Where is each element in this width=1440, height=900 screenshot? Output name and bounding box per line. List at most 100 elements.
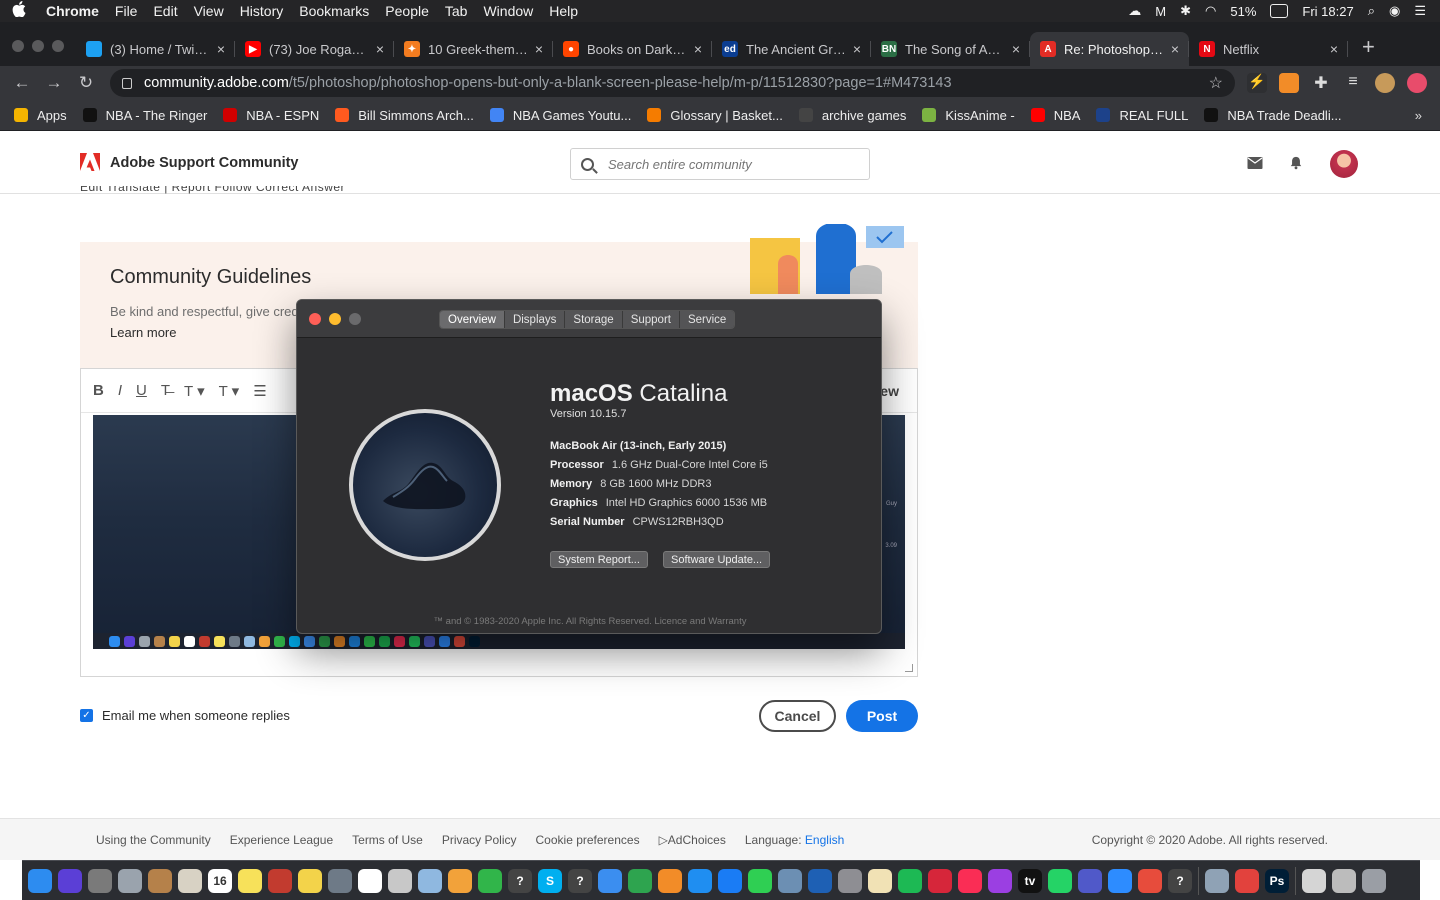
siri-status-icon[interactable]: ◉ [1389,3,1400,19]
bookmark-item[interactable]: REAL FULL [1096,108,1188,123]
about-tab-support[interactable]: Support [622,311,680,328]
dock-system-preferences-icon[interactable] [838,868,862,893]
chrome-update-icon[interactable] [1407,73,1427,93]
menu-file[interactable]: File [107,3,146,19]
creative-cloud-status-icon[interactable]: ☁ [1128,3,1141,19]
footer-link-experience-league[interactable]: Experience League [230,833,333,847]
dock-chrome-icon[interactable] [1138,868,1162,893]
spotlight-search-icon[interactable]: ⌕ [1368,3,1375,19]
user-avatar[interactable] [1330,150,1358,178]
dock-music-icon[interactable] [958,868,982,893]
dock-podcasts-icon[interactable] [988,868,1012,893]
tab-close-icon[interactable]: × [535,41,543,57]
bookmark-item[interactable]: NBA Trade Deadli... [1204,108,1342,123]
about-tab-displays[interactable]: Displays [504,311,566,328]
browser-tab[interactable]: A Re: Photoshop opens × [1030,32,1189,66]
about-tab-storage[interactable]: Storage [565,311,623,328]
cancel-button[interactable]: Cancel [759,700,836,732]
post-button[interactable]: Post [846,700,918,732]
tab-close-icon[interactable]: × [853,41,861,57]
messages-envelope-icon[interactable] [1247,156,1263,170]
dock-creative-cloud-icon[interactable] [1235,868,1259,893]
browser-tab[interactable]: ✦ 10 Greek-themed × [394,32,553,66]
back-arrow-icon[interactable]: ← [6,73,38,93]
tab-close-icon[interactable]: × [1171,41,1179,57]
malwarebytes-status-icon[interactable]: M [1155,4,1166,19]
bookmark-star-icon[interactable]: ☆ [1209,73,1223,93]
menu-history[interactable]: History [232,3,292,19]
wifi-status-icon[interactable]: ◠ [1205,3,1216,19]
dock-calendar-icon[interactable]: 16 [208,868,232,893]
bold-button[interactable]: B [93,382,104,399]
bookmark-item[interactable]: NBA - The Ringer [82,108,207,123]
clock[interactable]: Fri 18:27 [1302,4,1353,19]
bookmark-item[interactable]: NBA Games Youtu... [489,108,631,123]
menu-tab[interactable]: Tab [437,3,476,19]
search-input[interactable] [608,156,848,172]
footer-link-terms[interactable]: Terms of Use [352,833,423,847]
dock-safari-icon[interactable] [688,868,712,893]
email-notify-checkbox[interactable]: ✓ [80,709,93,722]
notifications-bell-icon[interactable] [1288,156,1304,170]
menu-people[interactable]: People [377,3,437,19]
strikethrough-button[interactable]: T̶ [161,382,170,399]
browser-tab[interactable]: ● Books on Dark Academia × [553,32,712,66]
tab-close-icon[interactable]: × [1012,41,1020,57]
tab-close-icon[interactable]: × [694,41,702,57]
about-close-button[interactable] [309,313,321,325]
dock-camino-icon[interactable] [808,868,832,893]
reading-list-icon[interactable]: ≡ [1343,73,1363,93]
apple-menu-icon[interactable] [0,0,38,22]
dock-launchpad-icon[interactable] [88,868,112,893]
bookmarks-overflow-button[interactable]: » [1415,108,1440,123]
battery-percent[interactable]: 51% [1230,4,1256,19]
extension-honey-icon[interactable] [1279,73,1299,93]
profile-avatar-icon[interactable] [1375,73,1395,93]
about-tab-overview[interactable]: Overview [440,311,505,328]
dock-notes-brown-icon[interactable] [148,868,172,893]
forward-arrow-icon[interactable]: → [38,73,70,93]
dock-facetime-icon[interactable] [478,868,502,893]
window-zoom-button[interactable] [52,40,64,52]
dock-spotify-icon[interactable] [898,868,922,893]
dock-finder-icon[interactable] [28,868,52,893]
list-button[interactable]: ☰ [253,382,266,400]
dock-photoshop-icon[interactable]: Ps [1265,868,1289,893]
dock-books-icon[interactable] [658,868,682,893]
adobe-logo-icon[interactable] [80,152,100,173]
tab-close-icon[interactable]: × [376,41,384,57]
menu-view[interactable]: View [186,3,232,19]
browser-tab[interactable]: ▶ (73) Joe Rogan Experience × [235,32,394,66]
footer-link-cookies[interactable]: Cookie preferences [536,833,640,847]
bookmark-item[interactable]: NBA [1030,108,1080,123]
about-minimize-button[interactable] [329,313,341,325]
about-titlebar[interactable]: Overview Displays Storage Support Servic… [297,300,881,338]
dock-siri-icon[interactable] [58,868,82,893]
dock-keynote-icon[interactable] [598,868,622,893]
dock-photo-booth-icon[interactable] [268,868,292,893]
editor-resize-handle[interactable] [905,664,913,672]
browser-tab[interactable]: N Netflix × [1189,32,1348,66]
bookmark-item[interactable]: Glossary | Basket... [647,108,783,123]
footer-link-using-community[interactable]: Using the Community [96,833,211,847]
dock-trash-icon[interactable] [1362,868,1386,893]
dock-window-1-icon[interactable] [1302,868,1326,893]
learn-more-link[interactable]: Learn more [110,325,176,340]
notification-center-icon[interactable]: ☰ [1414,3,1426,19]
browser-tab[interactable]: BN The Song of Achilles × [871,32,1030,66]
dock-stickies-icon[interactable] [238,868,262,893]
address-bar[interactable]: community.adobe.com /t5/photoshop/photos… [110,69,1235,97]
dock-tv-icon[interactable]: tv [1018,868,1042,893]
dock-messages-icon[interactable] [748,868,772,893]
browser-tab[interactable]: (3) Home / Twitter × [76,32,235,66]
dock-screenshot-icon[interactable] [1205,868,1229,893]
dock-textedit-2-icon[interactable] [868,868,892,893]
new-tab-button[interactable]: + [1348,34,1375,66]
menu-window[interactable]: Window [475,3,541,19]
bookmark-item[interactable]: NBA - ESPN [223,108,319,123]
extensions-puzzle-icon[interactable]: ✚ [1311,73,1331,93]
about-tab-service[interactable]: Service [679,311,735,328]
menu-help[interactable]: Help [541,3,586,19]
dock-photos-icon[interactable] [448,868,472,893]
tab-close-icon[interactable]: × [217,41,225,57]
